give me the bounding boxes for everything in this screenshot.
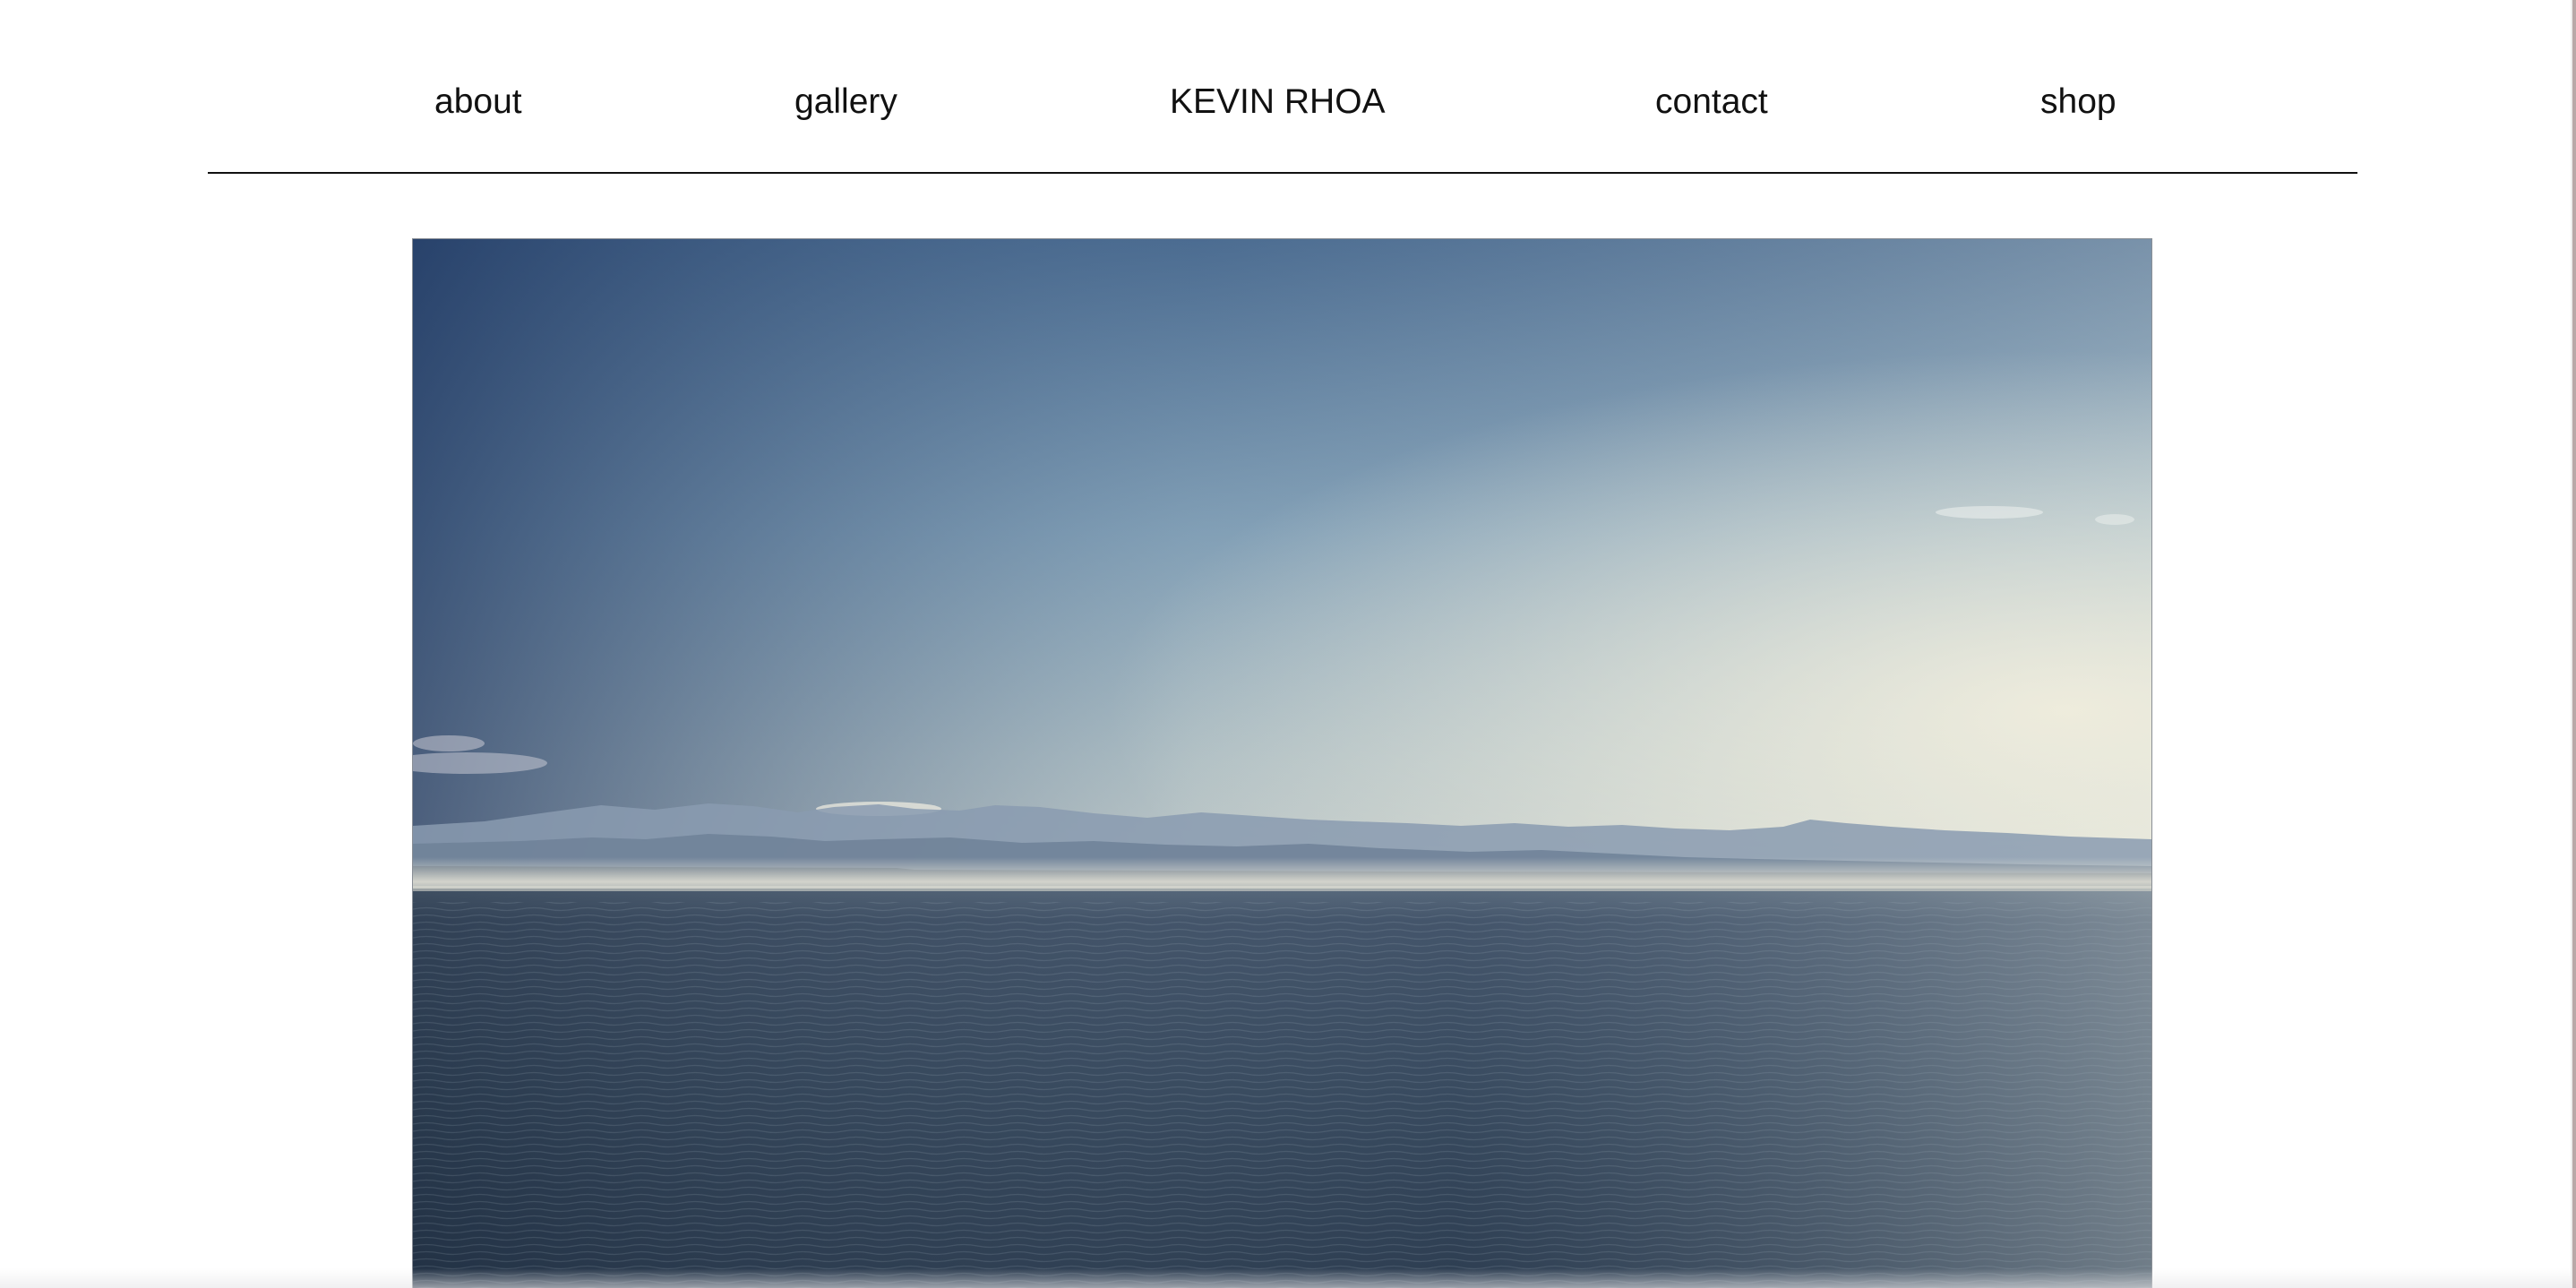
hero-photo [412,238,2152,1288]
nav-gallery-link[interactable]: gallery [794,81,897,124]
site-title-link[interactable]: KEVIN RHOA [1170,81,1386,124]
page: about gallery KEVIN RHOA contact shop [0,0,2576,1288]
nav-shop-link[interactable]: shop [2040,81,2117,124]
window-edge [2572,0,2576,1288]
nav-contact-link[interactable]: contact [1655,81,1768,124]
top-nav: about gallery KEVIN RHOA contact shop [208,0,2357,174]
nav-divider [208,172,2357,174]
nav-about-link[interactable]: about [434,81,522,124]
